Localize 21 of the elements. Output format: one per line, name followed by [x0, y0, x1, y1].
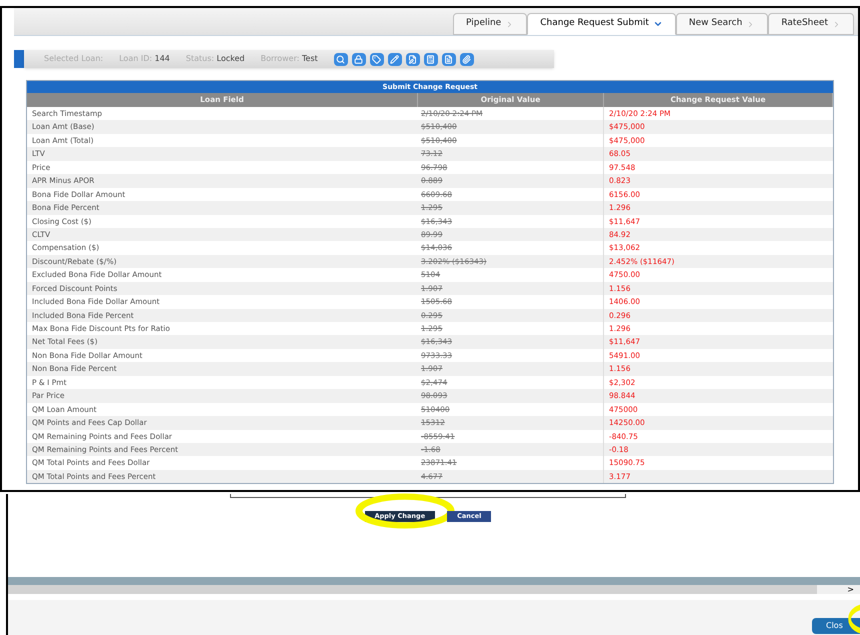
scrollbar[interactable]: [8, 585, 818, 594]
search-icon[interactable]: [334, 52, 348, 66]
tag-icon[interactable]: [370, 52, 384, 66]
tab[interactable]: Change Request Submit: [527, 13, 676, 35]
document-edit-icon[interactable]: [406, 52, 420, 66]
tab[interactable]: New Search: [676, 13, 768, 35]
edit-icon[interactable]: [388, 52, 402, 66]
loan-info-text: Selected Loan:: [44, 53, 104, 65]
scroll-arrow[interactable]: >: [847, 585, 860, 594]
calculator-icon[interactable]: [424, 52, 438, 66]
close-button[interactable]: Clos: [812, 618, 860, 634]
dropdown-icon: [652, 19, 663, 29]
document-icon[interactable]: [442, 52, 456, 66]
lock-icon[interactable]: [352, 52, 366, 66]
loan-info-text: Borrower: Test: [260, 53, 318, 65]
tab[interactable]: Pipeline: [453, 13, 528, 35]
loan-info-text: Loan ID: 144: [119, 53, 170, 65]
chevron-icon: [832, 20, 841, 28]
loan-info-text: Status: Locked: [186, 53, 245, 65]
paperclip-icon[interactable]: [460, 52, 474, 66]
tab[interactable]: RateSheet: [768, 13, 854, 35]
